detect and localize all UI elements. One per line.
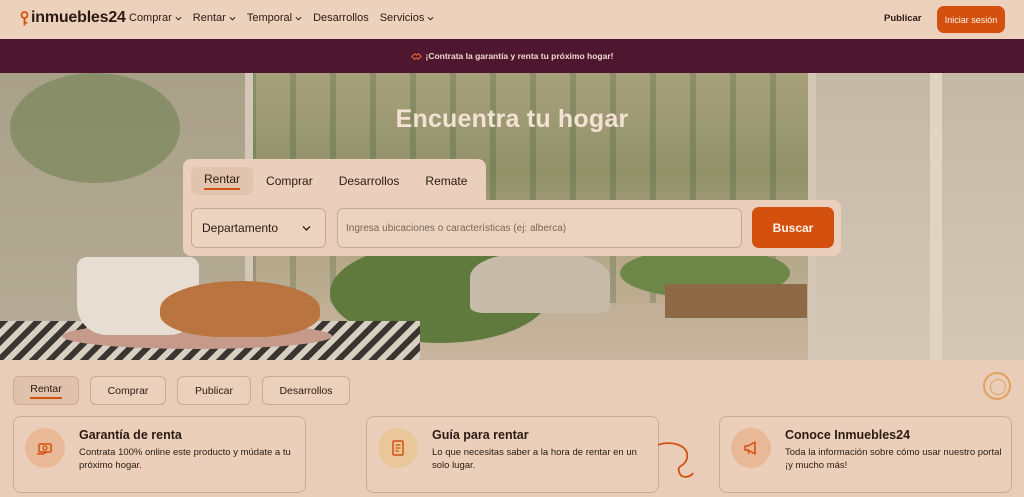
promo-banner[interactable]: ¡Contrata la garantía y renta tu próximo… bbox=[0, 39, 1024, 73]
nav-label: Servicios bbox=[379, 12, 425, 24]
search-button[interactable]: Buscar bbox=[752, 207, 834, 248]
nav-label: Temporal bbox=[246, 12, 293, 24]
card-guia[interactable]: Guía para rentar Lo que necesitas saber … bbox=[366, 416, 659, 493]
chip-label: Comprar bbox=[107, 384, 149, 397]
chip-label: Desarrollos bbox=[279, 384, 333, 397]
tab-remate[interactable]: Remate bbox=[412, 167, 480, 195]
location-search-input[interactable]: Ingresa ubicaciones o características (e… bbox=[337, 208, 742, 248]
chip-rentar[interactable]: Rentar bbox=[13, 376, 79, 405]
nav-desarrollos[interactable]: Desarrollos bbox=[313, 12, 369, 24]
chip-label: Publicar bbox=[195, 384, 233, 397]
logo-text: inmuebles24 bbox=[31, 9, 126, 26]
chevron-down-icon bbox=[175, 16, 182, 21]
chevron-down-icon bbox=[229, 16, 236, 21]
quick-links: Rentar Comprar Publicar Desarrollos bbox=[13, 376, 361, 405]
chevron-down-icon bbox=[302, 226, 311, 231]
search-tabs: Rentar Comprar Desarrollos Remate bbox=[191, 167, 480, 195]
card-title: Guía para rentar bbox=[432, 428, 529, 442]
guide-document-icon bbox=[378, 428, 418, 468]
decorative-circle-icon bbox=[983, 372, 1011, 400]
handshake-icon bbox=[410, 52, 422, 60]
tab-comprar[interactable]: Comprar bbox=[253, 167, 326, 195]
nav-comprar[interactable]: Comprar bbox=[129, 12, 182, 24]
card-title: Garantía de renta bbox=[79, 428, 182, 442]
card-conoce[interactable]: Conoce Inmuebles24 Toda la información s… bbox=[719, 416, 1012, 493]
chip-label: Rentar bbox=[30, 383, 62, 399]
promo-text: ¡Contrata la garantía y renta tu próximo… bbox=[425, 51, 614, 61]
property-type-value: Departamento bbox=[202, 221, 279, 235]
main-nav: Comprar Rentar Temporal Desarrollos Serv… bbox=[129, 12, 445, 24]
tab-rentar[interactable]: Rentar bbox=[191, 167, 254, 195]
megaphone-icon bbox=[731, 428, 771, 468]
nav-label: Comprar bbox=[129, 12, 172, 24]
card-description: Contrata 100% online este producto y múd… bbox=[79, 447, 291, 471]
card-title: Conoce Inmuebles24 bbox=[785, 428, 911, 442]
nav-temporal[interactable]: Temporal bbox=[247, 12, 302, 24]
hero-banner: Encuentra tu hogar Rentar Comprar Desarr… bbox=[0, 73, 1024, 360]
tab-label: Comprar bbox=[266, 174, 313, 188]
tab-desarrollos[interactable]: Desarrollos bbox=[326, 167, 413, 195]
hero-title: Encuentra tu hogar bbox=[395, 105, 629, 133]
tab-label: Rentar bbox=[204, 172, 241, 190]
tab-label: Remate bbox=[425, 174, 468, 188]
croissant bbox=[160, 281, 320, 337]
property-type-select[interactable]: Departamento bbox=[191, 208, 326, 248]
publicar-link[interactable]: Publicar bbox=[884, 13, 922, 24]
logo[interactable]: inmuebles24 bbox=[20, 9, 126, 27]
search-placeholder: Ingresa ubicaciones o características (e… bbox=[346, 222, 567, 234]
decorative-squiggle-icon bbox=[657, 442, 694, 478]
login-button[interactable]: Iniciar sesión bbox=[937, 6, 1005, 33]
logo-key-icon bbox=[20, 10, 29, 25]
wooden-planter bbox=[665, 284, 807, 318]
chip-comprar[interactable]: Comprar bbox=[90, 376, 166, 405]
chevron-down-icon bbox=[427, 16, 434, 21]
card-description: Lo que necesitas saber a la hora de rent… bbox=[432, 447, 637, 471]
nav-label: Desarrollos bbox=[313, 12, 369, 24]
nav-servicios[interactable]: Servicios bbox=[380, 12, 435, 24]
card-garantia[interactable]: Garantía de renta Contrata 100% online e… bbox=[13, 416, 306, 493]
chevron-down-icon bbox=[295, 16, 302, 21]
chip-publicar[interactable]: Publicar bbox=[177, 376, 251, 405]
nav-rentar[interactable]: Rentar bbox=[193, 12, 236, 24]
nav-label: Rentar bbox=[192, 12, 226, 24]
chip-desarrollos[interactable]: Desarrollos bbox=[262, 376, 350, 405]
top-header: inmuebles24 Comprar Rentar Temporal Desa… bbox=[0, 0, 1024, 39]
card-description: Toda la información sobre cómo usar nues… bbox=[785, 447, 1002, 471]
money-hand-icon bbox=[25, 428, 65, 468]
hero-chair bbox=[470, 253, 610, 313]
tab-label: Desarrollos bbox=[338, 174, 400, 188]
